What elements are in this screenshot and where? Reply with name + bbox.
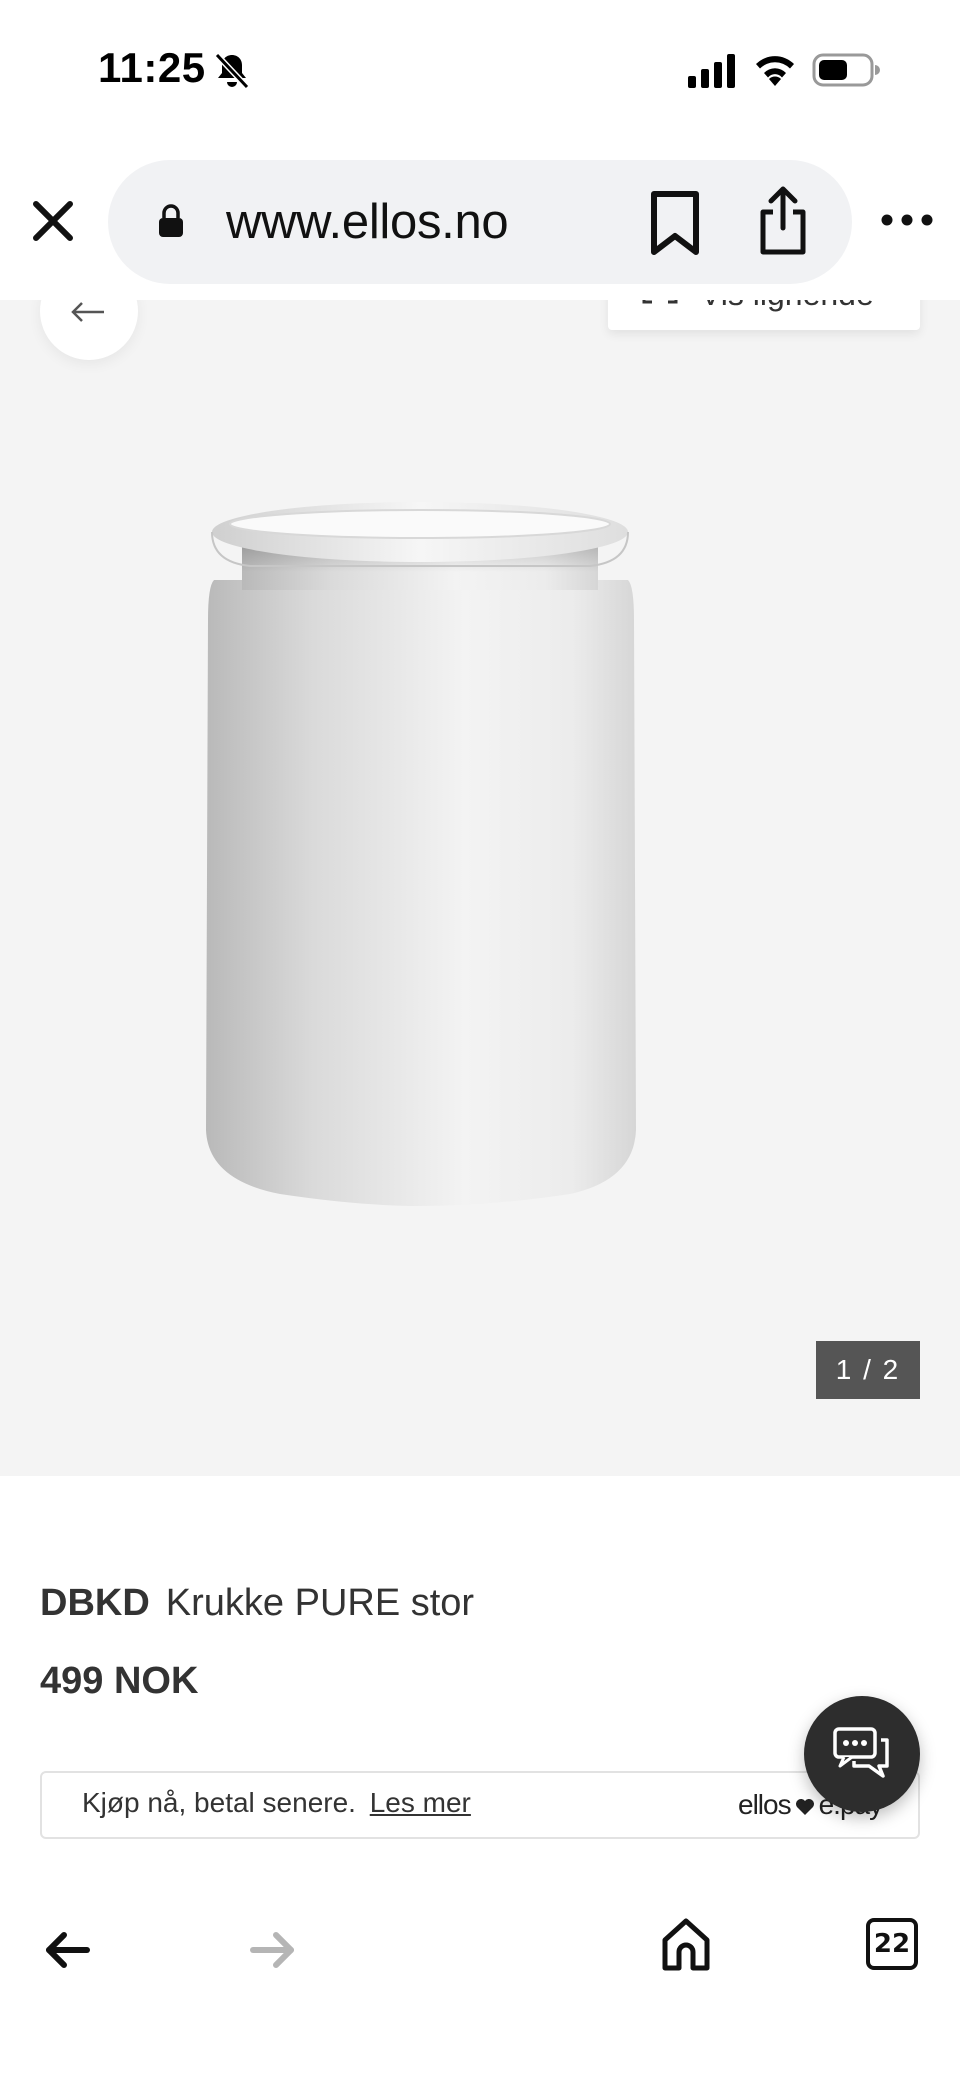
url-text: www.ellos.no	[226, 195, 509, 249]
chat-bubbles-icon	[833, 1727, 889, 1778]
chat-button[interactable]	[804, 1696, 920, 1812]
pay-later-message: Kjøp nå, betal senere.	[82, 1787, 356, 1818]
read-more-link[interactable]: Les mer	[370, 1787, 471, 1818]
arrow-forward-icon[interactable]	[250, 1930, 296, 1970]
product-photo	[206, 502, 636, 1206]
heart-icon	[795, 1798, 814, 1815]
pay-later-banner: Kjøp nå, betal senere. Les mer ellose.pa…	[40, 1771, 920, 1839]
arrow-left-icon	[71, 302, 104, 322]
show-similar-button[interactable]: Vis lignende	[608, 300, 920, 330]
back-button[interactable]	[40, 300, 138, 360]
battery-icon	[812, 53, 880, 87]
cellular-signal-icon	[688, 54, 735, 88]
product-title: DBKD Krukke PURE stor	[40, 1582, 474, 1625]
image-counter: 1 / 2	[816, 1341, 920, 1399]
status-bar: 11:25	[0, 0, 960, 140]
address-field[interactable]: www.ellos.no	[108, 160, 852, 284]
home-icon[interactable]	[660, 1916, 712, 1972]
share-icon[interactable]	[756, 184, 810, 256]
lock-icon	[159, 204, 183, 237]
bookmark-icon[interactable]	[648, 190, 702, 256]
arrow-back-icon[interactable]	[44, 1930, 90, 1970]
bell-slash-icon	[214, 52, 250, 90]
close-icon[interactable]	[30, 198, 76, 244]
product-image-gallery[interactable]: Vis lignende	[0, 300, 960, 1476]
wifi-icon	[756, 56, 794, 86]
browser-url-bar: www.ellos.no	[0, 140, 960, 300]
logo-ellos: ellos	[738, 1789, 792, 1820]
status-time: 11:25	[98, 44, 206, 91]
show-similar-label: Vis lignende	[700, 300, 874, 313]
product-brand[interactable]: DBKD	[40, 1582, 150, 1624]
product-price: 499 NOK	[40, 1660, 199, 1702]
browser-toolbar: 22	[0, 1896, 960, 2081]
similar-icon	[642, 300, 678, 304]
tabs-button[interactable]: 22	[866, 1918, 918, 1970]
pay-later-text: Kjøp nå, betal senere. Les mer	[82, 1787, 471, 1819]
product-name: Krukke PURE stor	[165, 1582, 475, 1624]
more-icon[interactable]	[880, 208, 934, 232]
